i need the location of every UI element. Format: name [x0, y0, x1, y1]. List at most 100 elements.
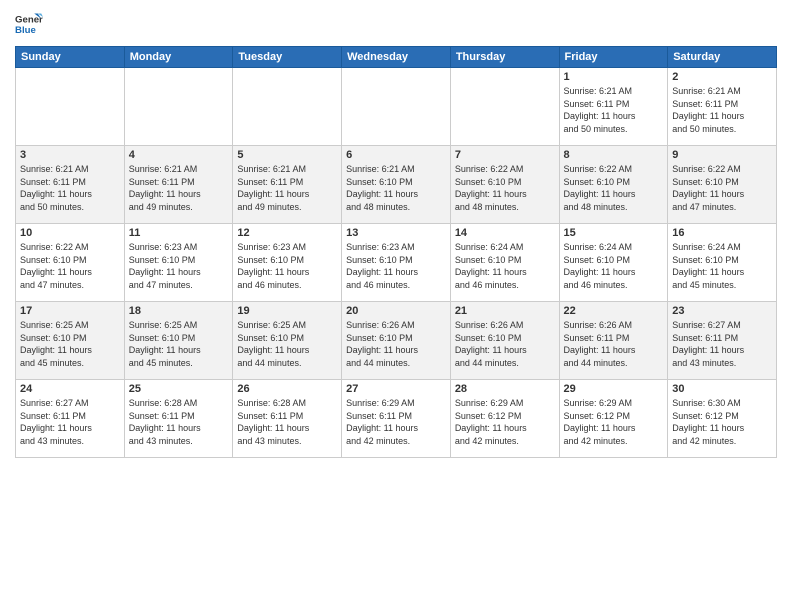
calendar-table: SundayMondayTuesdayWednesdayThursdayFrid… — [15, 46, 777, 458]
day-cell — [124, 68, 233, 146]
day-number: 9 — [672, 149, 772, 161]
week-row-3: 10 Sunrise: 6:22 AM Sunset: 6:10 PM Dayli… — [16, 224, 777, 302]
day-number: 8 — [564, 149, 664, 161]
day-number: 6 — [346, 149, 446, 161]
day-cell: 22 Sunrise: 6:26 AM Sunset: 6:11 PM Dayli… — [559, 302, 668, 380]
day-cell: 18 Sunrise: 6:25 AM Sunset: 6:10 PM Dayli… — [124, 302, 233, 380]
day-info: Sunrise: 6:22 AM Sunset: 6:10 PM Dayligh… — [455, 163, 555, 213]
day-info: Sunrise: 6:24 AM Sunset: 6:10 PM Dayligh… — [672, 241, 772, 291]
svg-text:Blue: Blue — [15, 25, 36, 36]
day-info: Sunrise: 6:23 AM Sunset: 6:10 PM Dayligh… — [346, 241, 446, 291]
day-number: 5 — [237, 149, 337, 161]
day-cell: 30 Sunrise: 6:30 AM Sunset: 6:12 PM Dayli… — [668, 380, 777, 458]
day-number: 19 — [237, 305, 337, 317]
day-cell: 10 Sunrise: 6:22 AM Sunset: 6:10 PM Dayli… — [16, 224, 125, 302]
week-row-1: 1 Sunrise: 6:21 AM Sunset: 6:11 PM Daylig… — [16, 68, 777, 146]
day-number: 3 — [20, 149, 120, 161]
week-row-4: 17 Sunrise: 6:25 AM Sunset: 6:10 PM Dayli… — [16, 302, 777, 380]
day-cell: 1 Sunrise: 6:21 AM Sunset: 6:11 PM Daylig… — [559, 68, 668, 146]
day-info: Sunrise: 6:29 AM Sunset: 6:11 PM Dayligh… — [346, 397, 446, 447]
day-cell — [450, 68, 559, 146]
page: General Blue SundayMondayTuesdayWednesda… — [0, 0, 792, 612]
day-number: 24 — [20, 383, 120, 395]
day-header-thursday: Thursday — [450, 47, 559, 68]
day-cell: 5 Sunrise: 6:21 AM Sunset: 6:11 PM Daylig… — [233, 146, 342, 224]
header-row: SundayMondayTuesdayWednesdayThursdayFrid… — [16, 47, 777, 68]
day-number: 14 — [455, 227, 555, 239]
day-number: 11 — [129, 227, 229, 239]
day-number: 15 — [564, 227, 664, 239]
day-info: Sunrise: 6:27 AM Sunset: 6:11 PM Dayligh… — [672, 319, 772, 369]
day-cell: 20Sunrise: 6:26 AM Sunset: 6:10 PM Dayli… — [342, 302, 451, 380]
logo: General Blue — [15, 10, 43, 38]
day-info: Sunrise: 6:21 AM Sunset: 6:11 PM Dayligh… — [237, 163, 337, 213]
day-header-saturday: Saturday — [668, 47, 777, 68]
day-number: 10 — [20, 227, 120, 239]
header: General Blue — [15, 10, 777, 38]
day-cell: 2Sunrise: 6:21 AM Sunset: 6:11 PM Daylig… — [668, 68, 777, 146]
day-number: 23 — [672, 305, 772, 317]
day-header-monday: Monday — [124, 47, 233, 68]
day-cell: 8 Sunrise: 6:22 AM Sunset: 6:10 PM Daylig… — [559, 146, 668, 224]
day-number: 4 — [129, 149, 229, 161]
day-info: Sunrise: 6:21 AM Sunset: 6:11 PM Dayligh… — [20, 163, 120, 213]
day-cell: 9Sunrise: 6:22 AM Sunset: 6:10 PM Daylig… — [668, 146, 777, 224]
day-number: 25 — [129, 383, 229, 395]
day-info: Sunrise: 6:21 AM Sunset: 6:11 PM Dayligh… — [564, 85, 664, 135]
day-header-friday: Friday — [559, 47, 668, 68]
day-number: 17 — [20, 305, 120, 317]
day-number: 13 — [346, 227, 446, 239]
day-info: Sunrise: 6:25 AM Sunset: 6:10 PM Dayligh… — [129, 319, 229, 369]
day-cell: 4 Sunrise: 6:21 AM Sunset: 6:11 PM Daylig… — [124, 146, 233, 224]
day-info: Sunrise: 6:26 AM Sunset: 6:10 PM Dayligh… — [346, 319, 446, 369]
day-info: Sunrise: 6:21 AM Sunset: 6:11 PM Dayligh… — [672, 85, 772, 135]
day-cell: 14 Sunrise: 6:24 AM Sunset: 6:10 PM Dayli… — [450, 224, 559, 302]
day-info: Sunrise: 6:25 AM Sunset: 6:10 PM Dayligh… — [237, 319, 337, 369]
day-header-sunday: Sunday — [16, 47, 125, 68]
day-cell: 11 Sunrise: 6:23 AM Sunset: 6:10 PM Dayli… — [124, 224, 233, 302]
day-number: 22 — [564, 305, 664, 317]
day-info: Sunrise: 6:24 AM Sunset: 6:10 PM Dayligh… — [455, 241, 555, 291]
day-info: Sunrise: 6:23 AM Sunset: 6:10 PM Dayligh… — [237, 241, 337, 291]
day-number: 18 — [129, 305, 229, 317]
day-cell: 29Sunrise: 6:29 AM Sunset: 6:12 PM Dayli… — [559, 380, 668, 458]
day-info: Sunrise: 6:28 AM Sunset: 6:11 PM Dayligh… — [129, 397, 229, 447]
day-header-tuesday: Tuesday — [233, 47, 342, 68]
week-row-2: 3 Sunrise: 6:21 AM Sunset: 6:11 PM Daylig… — [16, 146, 777, 224]
day-number: 30 — [672, 383, 772, 395]
day-cell: 27 Sunrise: 6:29 AM Sunset: 6:11 PM Dayli… — [342, 380, 451, 458]
day-info: Sunrise: 6:25 AM Sunset: 6:10 PM Dayligh… — [20, 319, 120, 369]
day-cell: 24Sunrise: 6:27 AM Sunset: 6:11 PM Dayli… — [16, 380, 125, 458]
day-number: 16 — [672, 227, 772, 239]
day-number: 26 — [237, 383, 337, 395]
day-number: 21 — [455, 305, 555, 317]
day-info: Sunrise: 6:26 AM Sunset: 6:11 PM Dayligh… — [564, 319, 664, 369]
day-cell: 17 Sunrise: 6:25 AM Sunset: 6:10 PM Dayli… — [16, 302, 125, 380]
day-info: Sunrise: 6:30 AM Sunset: 6:12 PM Dayligh… — [672, 397, 772, 447]
day-number: 12 — [237, 227, 337, 239]
day-info: Sunrise: 6:21 AM Sunset: 6:11 PM Dayligh… — [129, 163, 229, 213]
day-number: 28 — [455, 383, 555, 395]
day-info: Sunrise: 6:21 AM Sunset: 6:10 PM Dayligh… — [346, 163, 446, 213]
day-cell — [233, 68, 342, 146]
day-number: 1 — [564, 71, 664, 83]
day-cell: 7Sunrise: 6:22 AM Sunset: 6:10 PM Daylig… — [450, 146, 559, 224]
day-header-wednesday: Wednesday — [342, 47, 451, 68]
week-row-5: 24Sunrise: 6:27 AM Sunset: 6:11 PM Dayli… — [16, 380, 777, 458]
day-cell: 25 Sunrise: 6:28 AM Sunset: 6:11 PM Dayli… — [124, 380, 233, 458]
day-cell: 23 Sunrise: 6:27 AM Sunset: 6:11 PM Dayli… — [668, 302, 777, 380]
day-info: Sunrise: 6:28 AM Sunset: 6:11 PM Dayligh… — [237, 397, 337, 447]
day-cell: 16 Sunrise: 6:24 AM Sunset: 6:10 PM Dayli… — [668, 224, 777, 302]
day-cell: 28Sunrise: 6:29 AM Sunset: 6:12 PM Dayli… — [450, 380, 559, 458]
day-number: 27 — [346, 383, 446, 395]
day-cell: 12 Sunrise: 6:23 AM Sunset: 6:10 PM Dayli… — [233, 224, 342, 302]
day-info: Sunrise: 6:22 AM Sunset: 6:10 PM Dayligh… — [564, 163, 664, 213]
day-cell — [342, 68, 451, 146]
logo-icon: General Blue — [15, 10, 43, 38]
day-cell: 6 Sunrise: 6:21 AM Sunset: 6:10 PM Daylig… — [342, 146, 451, 224]
day-cell: 13 Sunrise: 6:23 AM Sunset: 6:10 PM Dayli… — [342, 224, 451, 302]
day-cell: 19 Sunrise: 6:25 AM Sunset: 6:10 PM Dayli… — [233, 302, 342, 380]
day-info: Sunrise: 6:23 AM Sunset: 6:10 PM Dayligh… — [129, 241, 229, 291]
day-cell: 3 Sunrise: 6:21 AM Sunset: 6:11 PM Daylig… — [16, 146, 125, 224]
day-info: Sunrise: 6:22 AM Sunset: 6:10 PM Dayligh… — [20, 241, 120, 291]
